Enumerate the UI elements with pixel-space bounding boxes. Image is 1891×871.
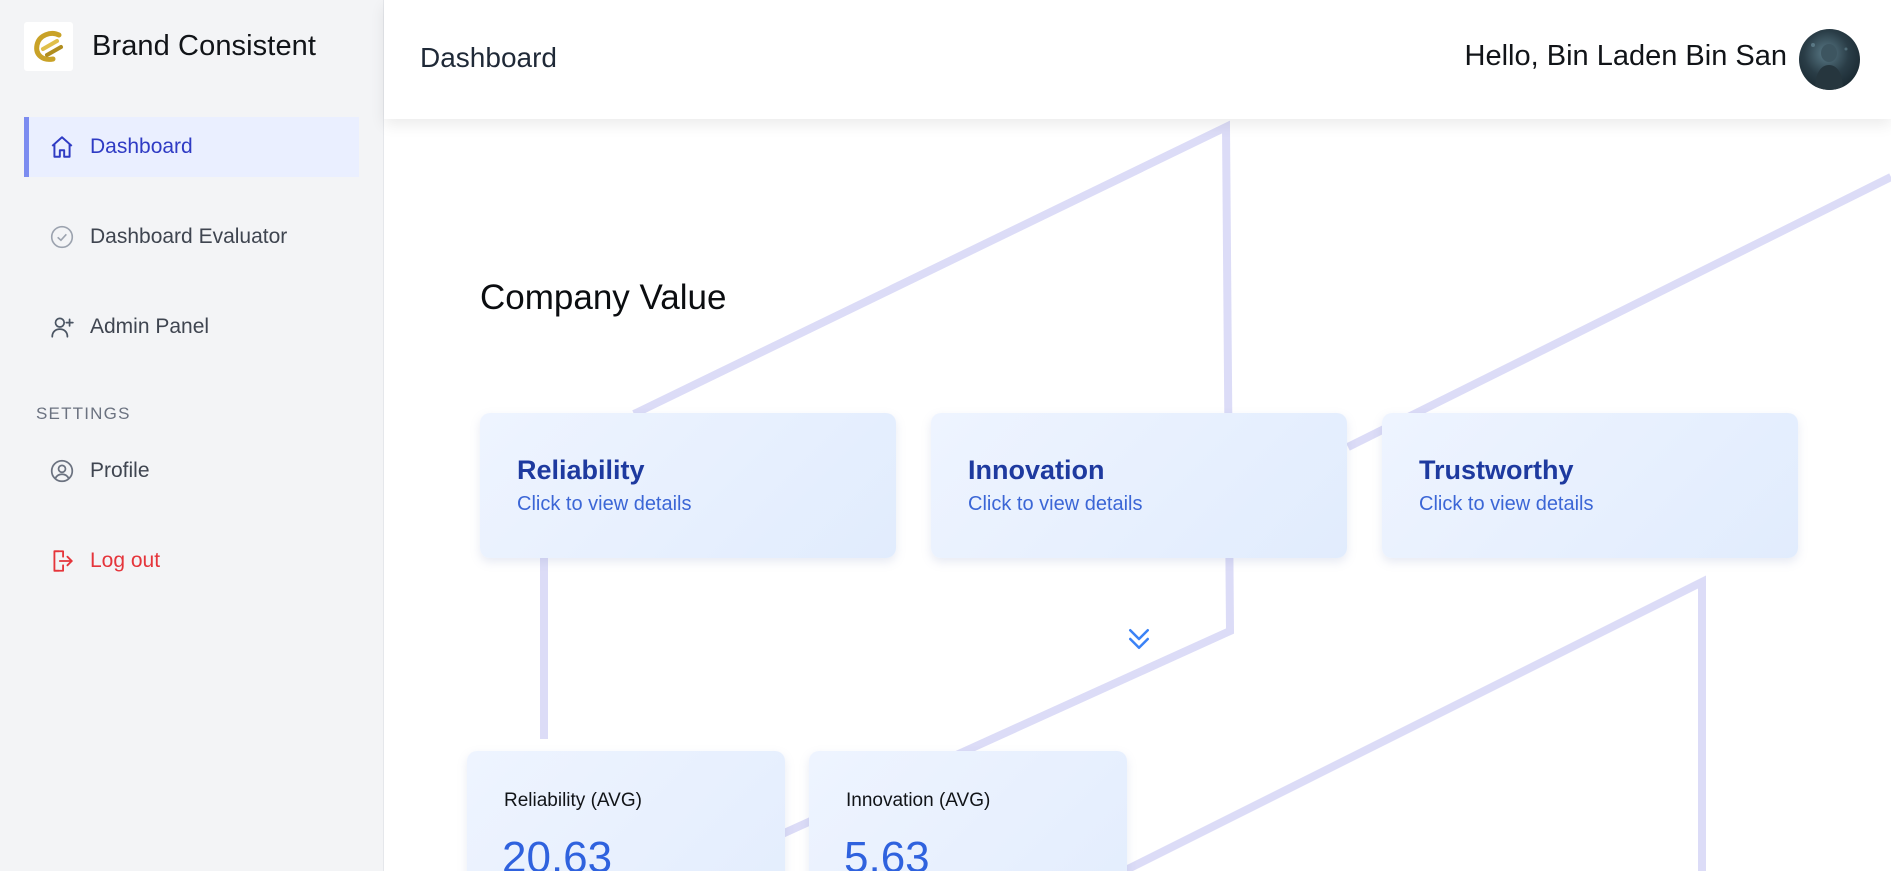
brand-e-logo-icon bbox=[24, 22, 73, 71]
avg-card-value: 5.63 bbox=[844, 833, 930, 871]
sidebar-item-logout[interactable]: Log out bbox=[24, 531, 359, 591]
top-header: Dashboard Hello, Bin Laden Bin San bbox=[384, 0, 1891, 119]
sidebar-item-label: Log out bbox=[90, 549, 161, 572]
avatar[interactable] bbox=[1799, 29, 1860, 90]
value-card-reliability[interactable]: Reliability Click to view details bbox=[480, 413, 896, 558]
sidebar-item-label: Dashboard Evaluator bbox=[90, 225, 288, 248]
value-card-trustworthy[interactable]: Trustworthy Click to view details bbox=[1382, 413, 1798, 558]
sidebar-item-profile[interactable]: Profile bbox=[24, 441, 359, 501]
sidebar-item-dashboard-evaluator[interactable]: Dashboard Evaluator bbox=[24, 207, 359, 267]
sidebar-item-label: Dashboard bbox=[90, 135, 193, 158]
value-card-link[interactable]: Click to view details bbox=[517, 493, 692, 516]
value-card-title: Trustworthy bbox=[1419, 455, 1574, 485]
avg-card-reliability: Reliability (AVG) 20.63 bbox=[467, 751, 785, 871]
avg-card-innovation: Innovation (AVG) 5.63 bbox=[809, 751, 1127, 871]
sidebar-item-label: Profile bbox=[90, 459, 150, 482]
sidebar-item-admin-panel[interactable]: Admin Panel bbox=[24, 297, 359, 357]
avg-card-value: 20.63 bbox=[502, 833, 613, 871]
double-chevron-down-icon[interactable] bbox=[1124, 624, 1154, 654]
logout-icon bbox=[48, 547, 76, 575]
sidebar: Brand Consistent Dashboard Dashboard Eva… bbox=[0, 0, 384, 871]
value-card-title: Reliability bbox=[517, 455, 645, 485]
user-greeting: Hello, Bin Laden Bin San bbox=[1464, 40, 1787, 72]
sidebar-item-dashboard[interactable]: Dashboard bbox=[24, 117, 359, 177]
user-plus-icon bbox=[48, 313, 76, 341]
value-card-link[interactable]: Click to view details bbox=[968, 493, 1143, 516]
home-icon bbox=[48, 133, 76, 161]
section-title: Company Value bbox=[480, 278, 727, 317]
value-card-innovation[interactable]: Innovation Click to view details bbox=[931, 413, 1347, 558]
user-circle-icon bbox=[48, 457, 76, 485]
avg-card-label: Reliability (AVG) bbox=[504, 790, 642, 811]
avg-card-label: Innovation (AVG) bbox=[846, 790, 991, 811]
brand[interactable]: Brand Consistent bbox=[24, 22, 316, 71]
check-circle-icon bbox=[48, 223, 76, 251]
brand-name: Brand Consistent bbox=[92, 30, 317, 62]
page-title: Dashboard bbox=[420, 42, 557, 73]
settings-section-label: SETTINGS bbox=[36, 404, 131, 423]
value-card-title: Innovation bbox=[968, 455, 1105, 485]
value-card-link[interactable]: Click to view details bbox=[1419, 493, 1594, 516]
sidebar-item-label: Admin Panel bbox=[90, 315, 210, 338]
